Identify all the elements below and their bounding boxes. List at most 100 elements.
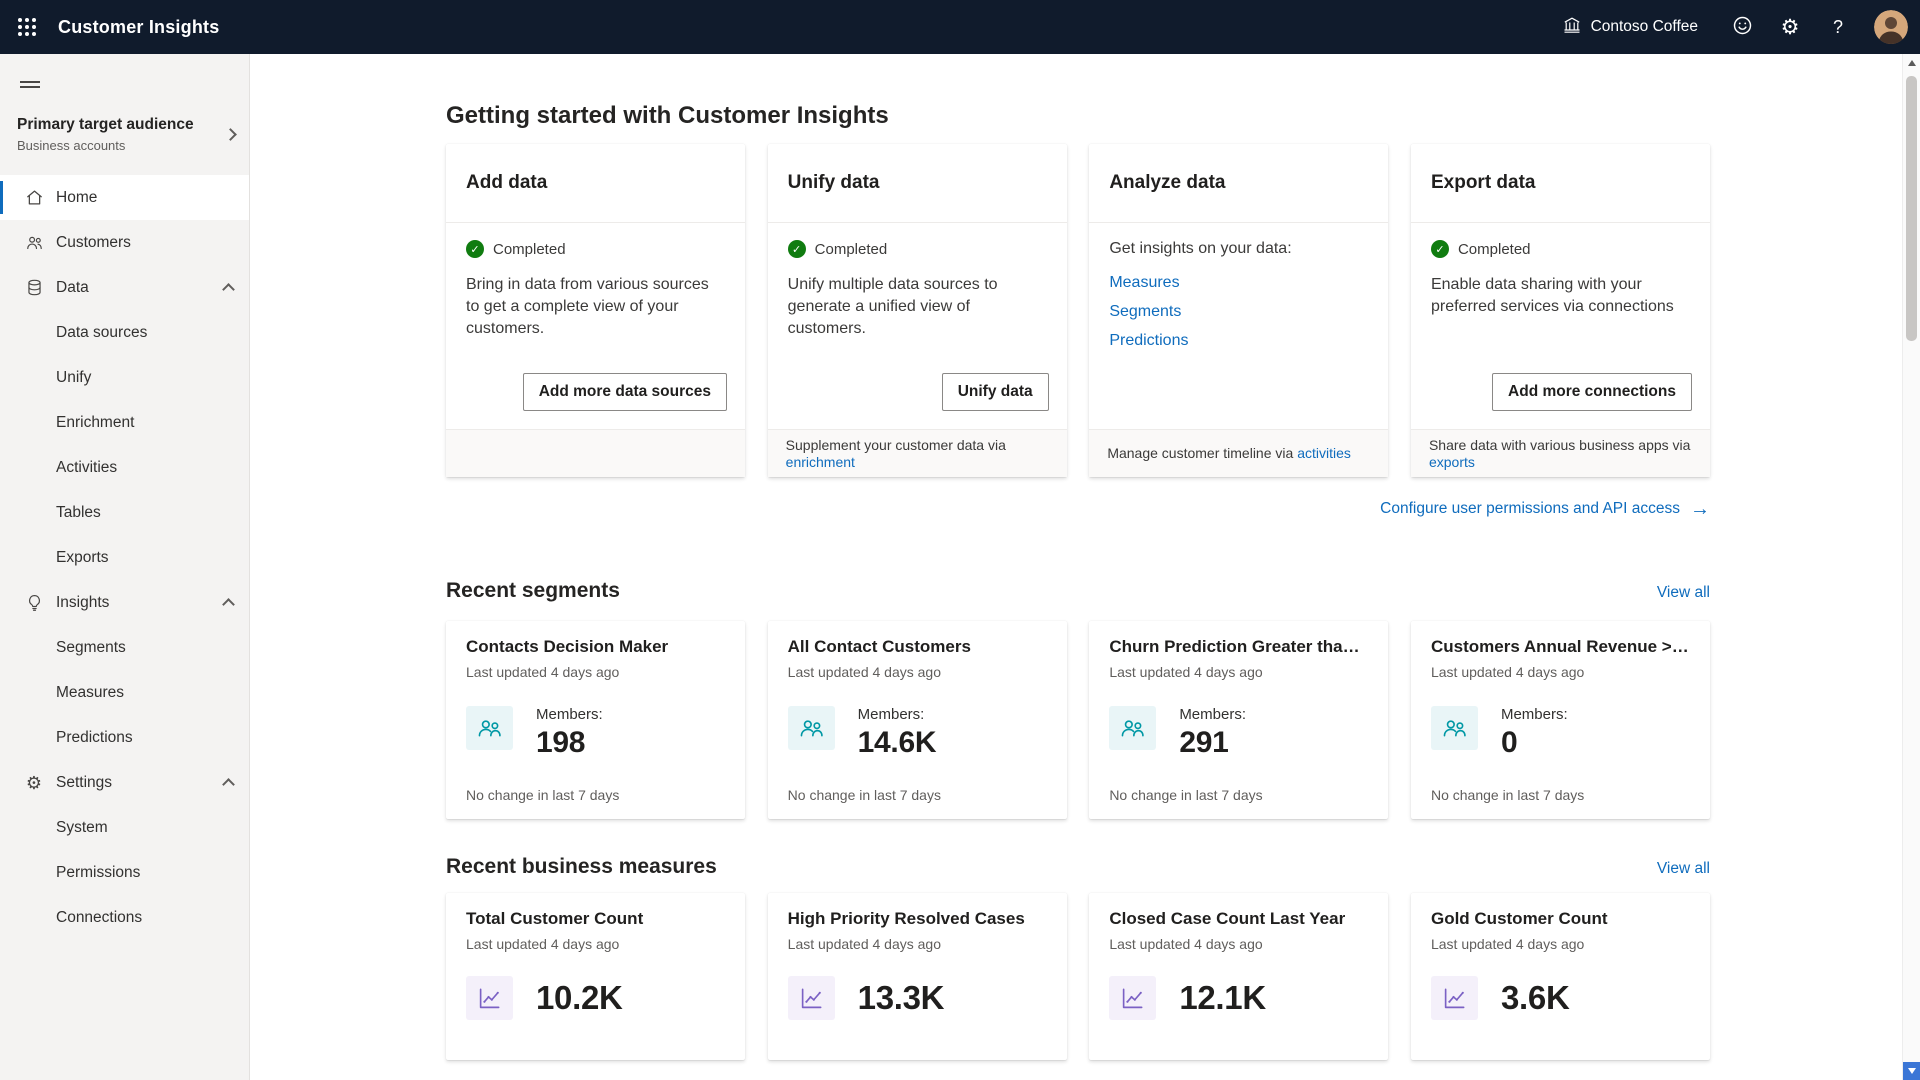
measure-value: 12.1K <box>1179 979 1266 1017</box>
card-body-text: Get insights on your data: <box>1109 240 1368 258</box>
status-badge: ✓ Completed <box>466 240 725 258</box>
home-icon <box>24 188 44 207</box>
hamburger-icon <box>20 78 46 91</box>
unify-data-button[interactable]: Unify data <box>942 373 1049 411</box>
app-launcher-button[interactable] <box>0 0 54 54</box>
help-button[interactable]: ? <box>1814 0 1862 54</box>
member-count: 291 <box>1179 726 1246 760</box>
sidebar-item-exports[interactable]: Exports <box>0 535 249 580</box>
enrichment-link[interactable]: enrichment <box>786 454 855 470</box>
people-group-icon <box>788 706 835 750</box>
scrollbar-down-button[interactable] <box>1903 1062 1920 1080</box>
building-icon <box>1562 15 1582 40</box>
section-title-recent-segments: Recent segments <box>446 579 620 603</box>
card-body-text: Enable data sharing with your preferred … <box>1431 274 1690 318</box>
waffle-icon <box>18 18 36 36</box>
add-more-connections-button[interactable]: Add more connections <box>1492 373 1692 411</box>
completed-check-icon: ✓ <box>1431 240 1449 258</box>
measure-card[interactable]: Total Customer Count Last updated 4 days… <box>446 893 745 1060</box>
section-title-recent-measures: Recent business measures <box>446 855 717 879</box>
card-footer: Supplement your customer data via enrich… <box>768 429 1067 477</box>
card-unify-data: Unify data ✓ Completed Unify multiple da… <box>768 144 1067 477</box>
people-group-icon <box>466 706 513 750</box>
card-analyze-data: Analyze data Get insights on your data: … <box>1089 144 1388 477</box>
triangle-up-icon <box>1908 60 1916 66</box>
card-add-data: Add data ✓ Completed Bring in data from … <box>446 144 745 477</box>
audience-subtitle: Business accounts <box>17 138 194 153</box>
line-chart-icon <box>788 976 835 1020</box>
environment-picker-button[interactable]: Contoso Coffee <box>1542 0 1718 54</box>
sidebar-item-data[interactable]: Data <box>0 265 249 310</box>
predictions-link[interactable]: Predictions <box>1109 331 1368 351</box>
card-footer <box>446 429 745 477</box>
sidebar-item-customers[interactable]: Customers <box>0 220 249 265</box>
status-badge: ✓ Completed <box>1431 240 1690 258</box>
card-title: Add data <box>466 172 547 194</box>
member-count: 0 <box>1501 726 1568 760</box>
sidebar-item-data-sources[interactable]: Data sources <box>0 310 249 355</box>
card-body-text: Unify multiple data sources to generate … <box>788 274 1047 340</box>
feedback-button[interactable] <box>1718 0 1766 54</box>
card-footer: Share data with various business apps vi… <box>1411 429 1710 477</box>
gear-icon: ⚙ <box>1781 17 1800 38</box>
sidebar-item-measures[interactable]: Measures <box>0 670 249 715</box>
member-count: 198 <box>536 726 603 760</box>
app-title: Customer Insights <box>58 17 219 38</box>
sidebar-item-predictions[interactable]: Predictions <box>0 715 249 760</box>
sidebar-item-segments[interactable]: Segments <box>0 625 249 670</box>
sidebar-nav: Home Customers Data Data sources Unify E… <box>0 175 249 940</box>
card-title: Unify data <box>788 172 880 194</box>
sidebar-item-connections[interactable]: Connections <box>0 895 249 940</box>
exports-link[interactable]: exports <box>1429 454 1475 470</box>
sidebar-item-unify[interactable]: Unify <box>0 355 249 400</box>
card-body-text: Bring in data from various sources to ge… <box>466 274 725 340</box>
getting-started-cards: Add data ✓ Completed Bring in data from … <box>446 144 1710 477</box>
card-title: Analyze data <box>1109 172 1225 194</box>
sidebar-collapse-button[interactable] <box>14 66 52 102</box>
sidebar-item-settings[interactable]: ⚙ Settings <box>0 760 249 805</box>
line-chart-icon <box>466 976 513 1020</box>
activities-link[interactable]: activities <box>1297 445 1351 461</box>
member-count: 14.6K <box>858 726 937 760</box>
sidebar-item-tables[interactable]: Tables <box>0 490 249 535</box>
view-all-segments-link[interactable]: View all <box>1657 584 1710 602</box>
card-export-data: Export data ✓ Completed Enable data shar… <box>1411 144 1710 477</box>
account-button[interactable] <box>1862 0 1920 54</box>
segments-link[interactable]: Segments <box>1109 302 1368 322</box>
card-footer: Manage customer timeline via activities <box>1089 429 1388 477</box>
audience-picker[interactable]: Primary target audience Business account… <box>0 116 249 169</box>
measure-card[interactable]: High Priority Resolved Cases Last update… <box>768 893 1067 1060</box>
segment-card[interactable]: Contacts Decision Maker Last updated 4 d… <box>446 621 745 819</box>
environment-name: Contoso Coffee <box>1591 18 1698 36</box>
completed-check-icon: ✓ <box>788 240 806 258</box>
smiley-icon <box>1732 15 1753 39</box>
sidebar-item-enrichment[interactable]: Enrichment <box>0 400 249 445</box>
sidebar-item-permissions[interactable]: Permissions <box>0 850 249 895</box>
triangle-down-icon <box>1908 1068 1916 1074</box>
sidebar: Primary target audience Business account… <box>0 54 250 1080</box>
measure-cards: Total Customer Count Last updated 4 days… <box>446 893 1710 1060</box>
people-group-icon <box>1109 706 1156 750</box>
sidebar-item-system[interactable]: System <box>0 805 249 850</box>
configure-permissions-link[interactable]: Configure user permissions and API acces… <box>1380 499 1710 519</box>
segment-card[interactable]: Customers Annual Revenue > $1M Last upda… <box>1411 621 1710 819</box>
page-title: Getting started with Customer Insights <box>446 102 1710 130</box>
scrollbar-up-button[interactable] <box>1903 54 1920 72</box>
scrollbar[interactable] <box>1902 54 1920 1080</box>
segment-card[interactable]: Churn Prediction Greater than 90% Last u… <box>1089 621 1388 819</box>
measure-card[interactable]: Closed Case Count Last Year Last updated… <box>1089 893 1388 1060</box>
settings-button[interactable]: ⚙ <box>1766 0 1814 54</box>
line-chart-icon <box>1109 976 1156 1020</box>
scrollbar-thumb[interactable] <box>1906 76 1917 341</box>
sidebar-item-activities[interactable]: Activities <box>0 445 249 490</box>
sidebar-item-home[interactable]: Home <box>0 175 249 220</box>
gear-icon: ⚙ <box>24 774 44 792</box>
sidebar-item-insights[interactable]: Insights <box>0 580 249 625</box>
view-all-measures-link[interactable]: View all <box>1657 860 1710 878</box>
measure-card[interactable]: Gold Customer Count Last updated 4 days … <box>1411 893 1710 1060</box>
chevron-up-icon <box>222 598 235 611</box>
measures-link[interactable]: Measures <box>1109 273 1368 293</box>
add-more-data-sources-button[interactable]: Add more data sources <box>523 373 727 411</box>
segment-card[interactable]: All Contact Customers Last updated 4 day… <box>768 621 1067 819</box>
main-content: Getting started with Customer Insights A… <box>250 54 1902 1080</box>
